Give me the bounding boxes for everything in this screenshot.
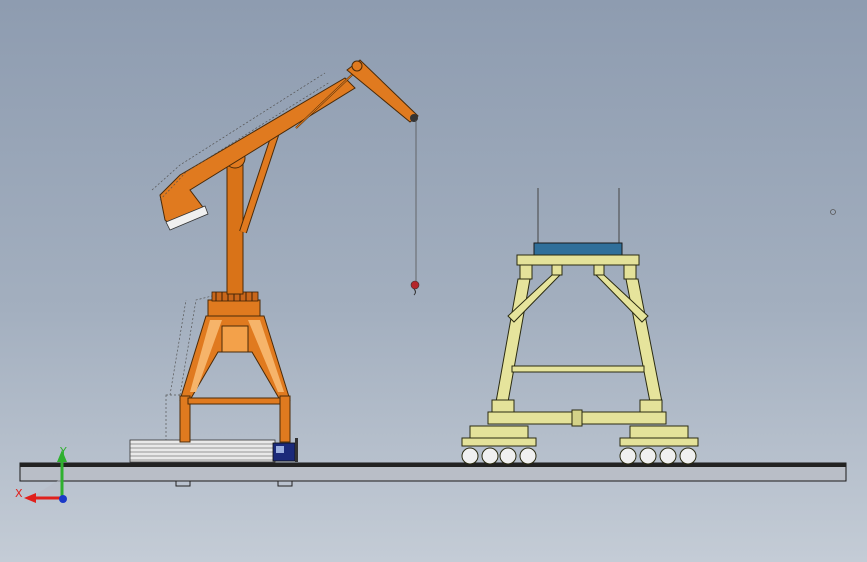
x-axis-label: X	[15, 487, 23, 500]
top-beam[interactable]	[533, 242, 623, 256]
bogie-left[interactable]	[461, 425, 537, 465]
jib-arm[interactable]	[346, 59, 419, 123]
bogie-right[interactable]	[619, 425, 699, 465]
portal-crane-model[interactable]	[129, 59, 420, 463]
y-axis-label: Y	[59, 445, 67, 458]
gantry-frame-model[interactable]	[461, 188, 699, 465]
pipe-stack	[129, 439, 276, 463]
cad-viewport[interactable]: Y X	[0, 0, 867, 562]
ground-rail[interactable]	[19, 462, 847, 487]
hoist-hook[interactable]	[410, 120, 420, 296]
z-axis-dot-icon	[59, 495, 67, 503]
model-scene[interactable]: Y X	[0, 0, 867, 562]
origin-marker-icon	[830, 209, 836, 215]
gantry-legs[interactable]	[495, 274, 663, 403]
top-girder[interactable]	[516, 254, 640, 280]
lower-girder[interactable]	[487, 399, 667, 427]
